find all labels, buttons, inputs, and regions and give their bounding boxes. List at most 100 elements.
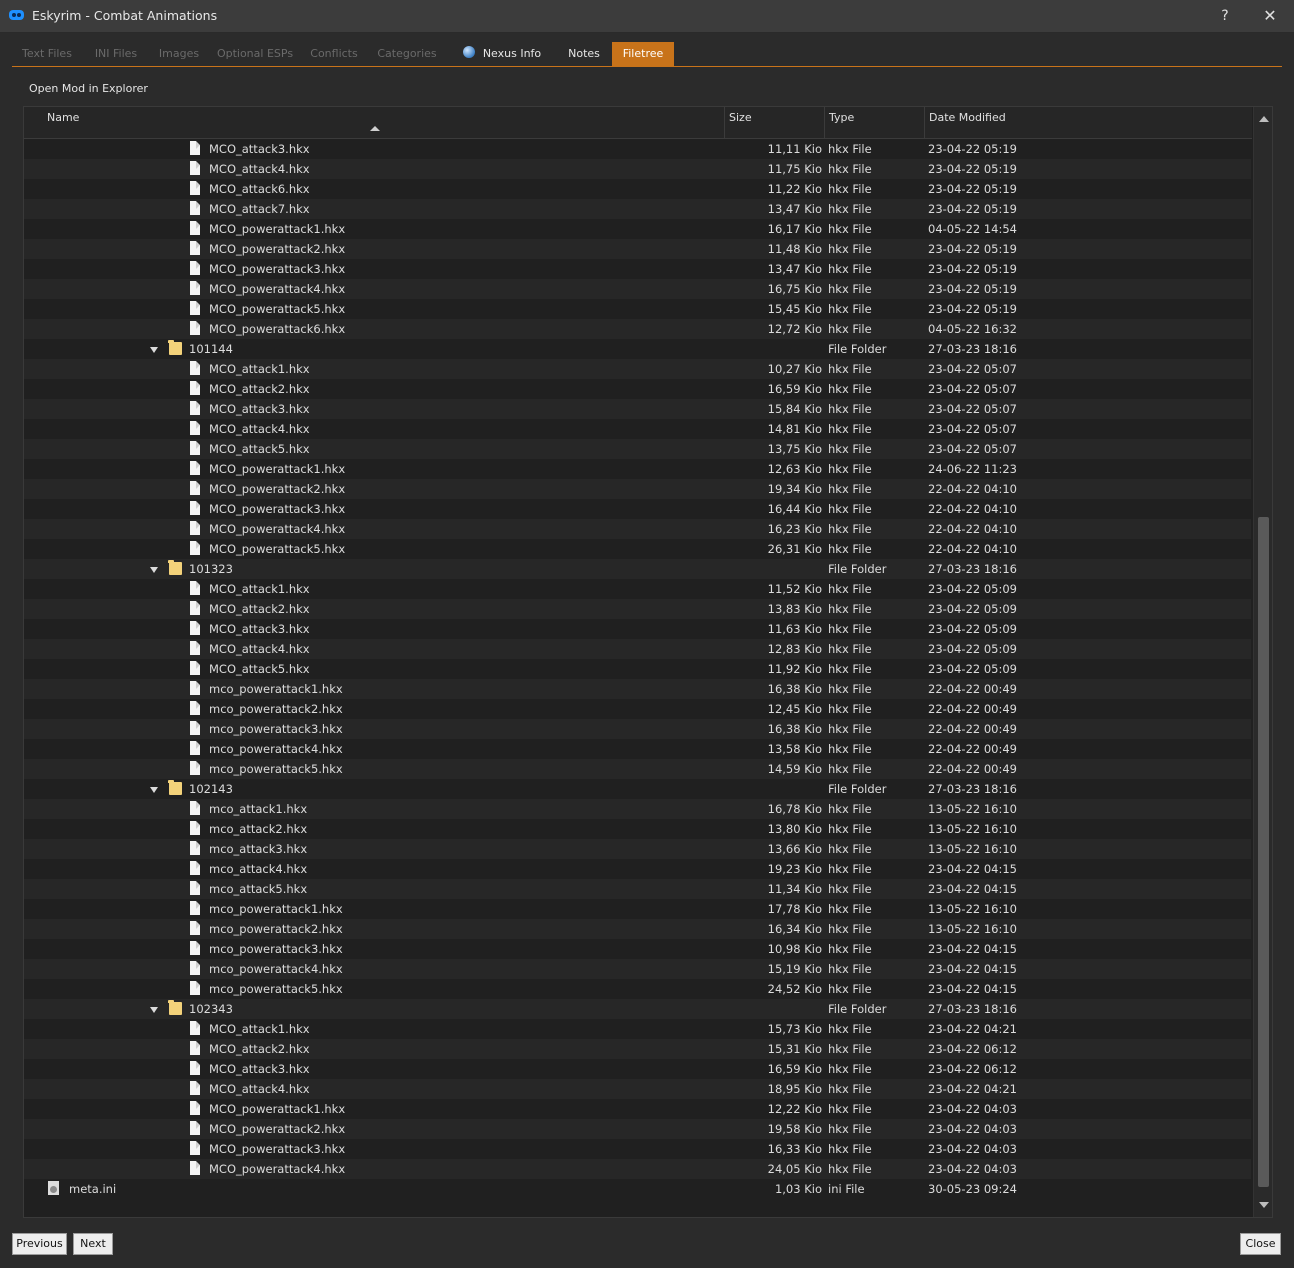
collapse-arrow-icon[interactable] — [150, 347, 158, 353]
tab-images[interactable]: Images — [150, 42, 208, 66]
file-row[interactable]: mco_attack5.hkx 11,34 Kio hkx File 23-04-22… — [24, 879, 1251, 899]
file-row[interactable]: MCO_attack4.hkx 14,81 Kio hkx File 23-04-22… — [24, 419, 1251, 439]
file-type: hkx File — [828, 1142, 872, 1156]
file-row[interactable]: MCO_powerattack1.hkx 12,63 Kio hkx File 24-… — [24, 459, 1251, 479]
file-row[interactable]: mco_attack1.hkx 16,78 Kio hkx File 13-05-22… — [24, 799, 1251, 819]
file-row[interactable]: MCO_powerattack2.hkx 19,58 Kio hkx File 23-… — [24, 1119, 1251, 1139]
tab-text-files[interactable]: Text Files — [12, 42, 82, 66]
file-row[interactable]: MCO_attack2.hkx 13,83 Kio hkx File 23-04-22… — [24, 599, 1251, 619]
file-row[interactable]: MCO_powerattack2.hkx 19,34 Kio hkx File 22-… — [24, 479, 1251, 499]
file-name: 102143 — [189, 782, 233, 796]
file-row[interactable]: MCO_powerattack1.hkx 16,17 Kio hkx File 04-… — [24, 219, 1251, 239]
column-header-type[interactable]: Type — [829, 111, 854, 124]
file-row[interactable]: MCO_powerattack5.hkx 15,45 Kio hkx File 23-… — [24, 299, 1251, 319]
file-type: hkx File — [828, 1062, 872, 1076]
file-row[interactable]: MCO_powerattack2.hkx 11,48 Kio hkx File 23-… — [24, 239, 1251, 259]
collapse-arrow-icon[interactable] — [150, 567, 158, 573]
tab-conflicts[interactable]: Conflicts — [302, 42, 366, 66]
file-row[interactable]: MCO_attack7.hkx 13,47 Kio hkx File 23-04-22… — [24, 199, 1251, 219]
tab-notes[interactable]: Notes — [558, 42, 610, 66]
file-row[interactable]: mco_powerattack4.hkx 13,58 Kio hkx File 22-… — [24, 739, 1251, 759]
file-tree[interactable]: Name Size Type Date Modified MCO_attack3… — [23, 106, 1273, 1218]
previous-button[interactable]: Previous — [12, 1233, 67, 1255]
file-row[interactable]: mco_powerattack3.hkx 16,38 Kio hkx File 22-… — [24, 719, 1251, 739]
file-row[interactable]: MCO_powerattack4.hkx 16,23 Kio hkx File 22-… — [24, 519, 1251, 539]
tab-filetree[interactable]: Filetree — [612, 42, 674, 66]
file-row[interactable]: mco_powerattack3.hkx 10,98 Kio hkx File 23-… — [24, 939, 1251, 959]
file-row[interactable]: MCO_attack5.hkx 11,92 Kio hkx File 23-04-22… — [24, 659, 1251, 679]
file-row[interactable]: MCO_attack4.hkx 11,75 Kio hkx File 23-04-22… — [24, 159, 1251, 179]
file-row[interactable]: mco_attack4.hkx 19,23 Kio hkx File 23-04-22… — [24, 859, 1251, 879]
tab-nexus-info[interactable]: Nexus Info — [452, 42, 552, 66]
collapse-arrow-icon[interactable] — [150, 1007, 158, 1013]
vertical-scrollbar[interactable] — [1253, 107, 1272, 1217]
file-row[interactable]: MCO_powerattack5.hkx 26,31 Kio hkx File 22-… — [24, 539, 1251, 559]
file-row[interactable]: meta.ini 1,03 Kio ini File 30-05-23 09:24 — [24, 1179, 1251, 1199]
file-row[interactable]: MCO_powerattack4.hkx 24,05 Kio hkx File 23-… — [24, 1159, 1251, 1179]
close-button[interactable]: Close — [1240, 1233, 1281, 1255]
file-size: 18,95 Kio — [767, 1082, 822, 1096]
column-divider[interactable] — [924, 107, 925, 138]
file-row[interactable]: MCO_attack5.hkx 13,75 Kio hkx File 23-04-22… — [24, 439, 1251, 459]
file-row[interactable]: mco_powerattack1.hkx 17,78 Kio hkx File 13-… — [24, 899, 1251, 919]
file-row[interactable]: MCO_attack1.hkx 11,52 Kio hkx File 23-04-22… — [24, 579, 1251, 599]
date-modified: 23-04-22 05:19 — [928, 162, 1017, 176]
file-row[interactable]: mco_powerattack2.hkx 12,45 Kio hkx File 22-… — [24, 699, 1251, 719]
file-row[interactable]: MCO_powerattack6.hkx 12,72 Kio hkx File 04-… — [24, 319, 1251, 339]
next-button[interactable]: Next — [73, 1233, 113, 1255]
column-header-name[interactable]: Name — [47, 111, 79, 124]
file-type: hkx File — [828, 642, 872, 656]
file-row[interactable]: MCO_powerattack3.hkx 16,44 Kio hkx File 22-… — [24, 499, 1251, 519]
file-row[interactable]: MCO_attack6.hkx 11,22 Kio hkx File 23-04-22… — [24, 179, 1251, 199]
column-divider[interactable] — [824, 107, 825, 138]
file-row[interactable]: mco_powerattack5.hkx 24,52 Kio hkx File 23-… — [24, 979, 1251, 999]
help-button[interactable]: ? — [1210, 4, 1240, 28]
date-modified: 23-04-22 05:19 — [928, 302, 1017, 316]
column-divider[interactable] — [724, 107, 725, 138]
date-modified: 23-04-22 04:03 — [928, 1142, 1017, 1156]
scrollbar-thumb[interactable] — [1258, 517, 1269, 1187]
close-window-button[interactable]: ✕ — [1255, 4, 1285, 28]
file-icon — [190, 581, 200, 595]
file-row[interactable]: MCO_powerattack4.hkx 16,75 Kio hkx File 23-… — [24, 279, 1251, 299]
file-row[interactable]: MCO_powerattack3.hkx 13,47 Kio hkx File 23-… — [24, 259, 1251, 279]
folder-row[interactable]: 101144 File Folder 27-03-23 18:16 — [24, 339, 1251, 359]
column-header-date-modified[interactable]: Date Modified — [929, 111, 1006, 124]
file-row[interactable]: MCO_attack3.hkx 15,84 Kio hkx File 23-04-22… — [24, 399, 1251, 419]
file-row[interactable]: MCO_attack1.hkx 15,73 Kio hkx File 23-04-22… — [24, 1019, 1251, 1039]
file-row[interactable]: MCO_attack3.hkx 11,63 Kio hkx File 23-04-22… — [24, 619, 1251, 639]
date-modified: 23-04-22 05:07 — [928, 362, 1017, 376]
file-row[interactable]: MCO_powerattack1.hkx 12,22 Kio hkx File 23-… — [24, 1099, 1251, 1119]
file-type: hkx File — [828, 322, 872, 336]
file-row[interactable]: MCO_attack1.hkx 10,27 Kio hkx File 23-04-22… — [24, 359, 1251, 379]
file-row[interactable]: MCO_attack2.hkx 15,31 Kio hkx File 23-04-22… — [24, 1039, 1251, 1059]
scroll-up-icon[interactable] — [1259, 116, 1269, 122]
file-row[interactable]: mco_powerattack5.hkx 14,59 Kio hkx File 22-… — [24, 759, 1251, 779]
file-name: MCO_attack4.hkx — [209, 642, 310, 656]
file-row[interactable]: MCO_attack4.hkx 12,83 Kio hkx File 23-04-22… — [24, 639, 1251, 659]
file-name: mco_powerattack5.hkx — [209, 762, 343, 776]
file-row[interactable]: MCO_powerattack3.hkx 16,33 Kio hkx File 23-… — [24, 1139, 1251, 1159]
file-row[interactable]: MCO_attack4.hkx 18,95 Kio hkx File 23-04-22… — [24, 1079, 1251, 1099]
file-size: 10,98 Kio — [767, 942, 822, 956]
file-row[interactable]: mco_attack2.hkx 13,80 Kio hkx File 13-05-22… — [24, 819, 1251, 839]
file-row[interactable]: mco_powerattack2.hkx 16,34 Kio hkx File 13-… — [24, 919, 1251, 939]
file-row[interactable]: MCO_attack3.hkx 11,11 Kio hkx File 23-04-22… — [24, 139, 1251, 159]
folder-row[interactable]: 101323 File Folder 27-03-23 18:16 — [24, 559, 1251, 579]
file-icon — [190, 161, 200, 175]
folder-row[interactable]: 102343 File Folder 27-03-23 18:16 — [24, 999, 1251, 1019]
file-size: 24,05 Kio — [767, 1162, 822, 1176]
tab-optional-esps[interactable]: Optional ESPs — [210, 42, 300, 66]
folder-row[interactable]: 102143 File Folder 27-03-23 18:16 — [24, 779, 1251, 799]
collapse-arrow-icon[interactable] — [150, 787, 158, 793]
file-row[interactable]: MCO_attack2.hkx 16,59 Kio hkx File 23-04-22… — [24, 379, 1251, 399]
column-header-size[interactable]: Size — [729, 111, 752, 124]
scroll-down-icon[interactable] — [1259, 1202, 1269, 1208]
file-row[interactable]: mco_attack3.hkx 13,66 Kio hkx File 13-05-22… — [24, 839, 1251, 859]
tab-ini-files[interactable]: INI Files — [84, 42, 148, 66]
file-row[interactable]: mco_powerattack4.hkx 15,19 Kio hkx File 23-… — [24, 959, 1251, 979]
file-row[interactable]: MCO_attack3.hkx 16,59 Kio hkx File 23-04-22… — [24, 1059, 1251, 1079]
open-mod-in-explorer-button[interactable]: Open Mod in Explorer — [29, 82, 148, 95]
tab-categories[interactable]: Categories — [368, 42, 446, 66]
file-row[interactable]: mco_powerattack1.hkx 16,38 Kio hkx File 22-… — [24, 679, 1251, 699]
